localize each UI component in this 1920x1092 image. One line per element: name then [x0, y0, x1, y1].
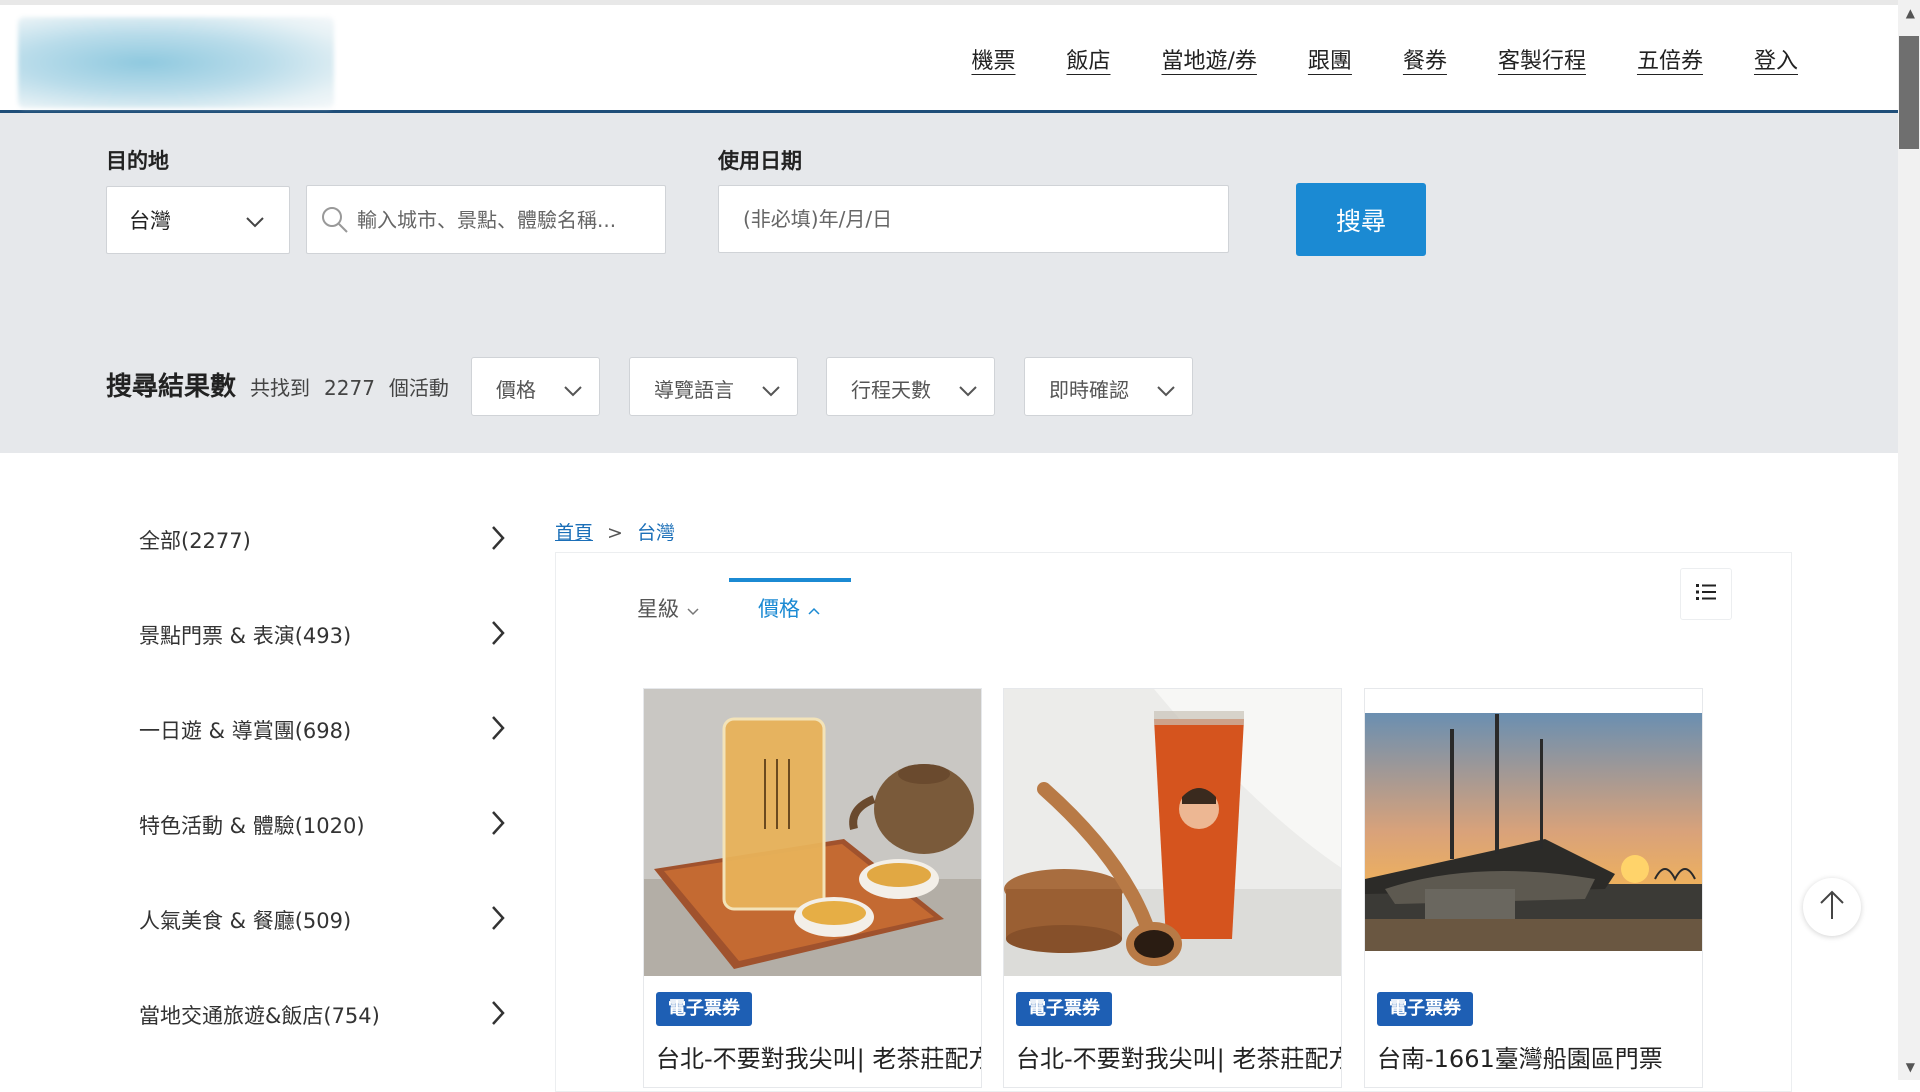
main-nav: 機票 飯店 當地遊/券 跟團 餐券 客製行程 五倍券 登入 — [920, 43, 1798, 75]
filter-price[interactable]: 價格 — [471, 357, 600, 416]
sidebar-item-all[interactable]: 全部(2277) — [106, 492, 526, 587]
product-title: 台北-不要對我尖叫| 老茶莊配方 — [1016, 1045, 1342, 1073]
filter-guide-language-label: 導覽語言 — [654, 378, 734, 402]
nav-custom-itinerary[interactable]: 客製行程 — [1498, 43, 1586, 75]
results-prefix: 共找到 — [250, 376, 311, 400]
chevron-down-icon — [958, 378, 978, 402]
date-label: 使用日期 — [718, 149, 802, 173]
filter-price-label: 價格 — [496, 378, 536, 402]
product-title: 台北-不要對我尖叫| 老茶莊配方 — [656, 1045, 982, 1073]
filter-instant-confirm-label: 即時確認 — [1049, 378, 1129, 402]
e-ticket-badge: 電子票券 — [656, 992, 752, 1026]
results-count: 2277 — [324, 376, 375, 400]
search-icon — [321, 206, 349, 238]
list-icon — [1696, 583, 1716, 605]
keyword-search-field[interactable] — [306, 185, 666, 254]
nav-local-tours[interactable]: 當地遊/券 — [1162, 43, 1257, 75]
breadcrumb-home[interactable]: 首頁 — [555, 522, 593, 544]
chevron-up-icon — [807, 597, 821, 621]
filter-guide-language[interactable]: 導覽語言 — [629, 357, 798, 416]
nav-meal-vouchers[interactable]: 餐券 — [1403, 43, 1447, 75]
product-title: 台南-1661臺灣船園區門票 — [1377, 1045, 1663, 1073]
results-summary: 搜尋結果數 共找到 2277 個活動 — [106, 366, 449, 403]
e-ticket-badge: 電子票券 — [1377, 992, 1473, 1026]
breadcrumb-current[interactable]: 台灣 — [637, 522, 675, 544]
scrollbar-thumb[interactable] — [1899, 36, 1919, 149]
breadcrumb: 首頁 > 台灣 — [555, 518, 675, 545]
date-field[interactable] — [718, 185, 1229, 253]
destination-label: 目的地 — [106, 149, 169, 173]
filter-instant-confirm[interactable]: 即時確認 — [1024, 357, 1193, 416]
product-card[interactable]: 電子票券 台南-1661臺灣船園區門票 — [1364, 688, 1703, 1088]
destination-value: 台灣 — [129, 209, 171, 233]
back-to-top-button[interactable] — [1803, 878, 1861, 936]
sidebar-item-label: 當地交通旅遊&飯店(754) — [139, 1003, 380, 1028]
nav-group-tours[interactable]: 跟團 — [1308, 43, 1352, 75]
scroll-up-icon[interactable]: ▲ — [1906, 6, 1915, 20]
product-image — [644, 689, 981, 976]
site-header: 機票 飯店 當地遊/券 跟團 餐券 客製行程 五倍券 登入 — [0, 5, 1898, 113]
chevron-right-icon — [490, 524, 506, 557]
sort-active-indicator — [729, 578, 851, 582]
sidebar-item-label: 人氣美食 & 餐廳(509) — [139, 908, 352, 933]
sidebar-item-tickets-shows[interactable]: 景點門票 & 表演(493) — [106, 587, 526, 682]
product-image — [1004, 689, 1341, 976]
search-button[interactable]: 搜尋 — [1296, 183, 1426, 256]
sidebar-item-label: 特色活動 & 體驗(1020) — [139, 813, 365, 838]
sidebar-item-activities[interactable]: 特色活動 & 體驗(1020) — [106, 777, 526, 872]
chevron-down-icon — [1156, 378, 1176, 402]
sort-by-price[interactable]: 價格 — [758, 593, 821, 623]
product-card[interactable]: 電子票券 台北-不要對我尖叫| 老茶莊配方 — [643, 688, 982, 1088]
nav-flights[interactable]: 機票 — [971, 43, 1015, 75]
results-title: 搜尋結果數 — [106, 372, 237, 402]
chevron-right-icon — [490, 619, 506, 652]
chevron-down-icon — [761, 378, 781, 402]
filter-trip-days-label: 行程天數 — [851, 378, 931, 402]
chevron-down-icon — [563, 378, 583, 402]
keyword-search-input[interactable] — [307, 186, 665, 253]
chevron-down-icon — [686, 597, 700, 621]
breadcrumb-separator: > — [607, 522, 623, 544]
nav-quintuple-voucher[interactable]: 五倍券 — [1637, 43, 1703, 75]
sort-by-star[interactable]: 星級 — [637, 593, 700, 623]
product-image — [1365, 689, 1702, 976]
product-card[interactable]: 電子票券 台北-不要對我尖叫| 老茶莊配方 — [1003, 688, 1342, 1088]
nav-hotels[interactable]: 飯店 — [1066, 43, 1110, 75]
chevron-right-icon — [490, 999, 506, 1032]
date-input[interactable] — [741, 186, 1228, 252]
destination-select[interactable]: 台灣 — [106, 186, 290, 254]
site-logo[interactable] — [18, 17, 334, 108]
sort-star-label: 星級 — [637, 597, 679, 621]
page-scrollbar[interactable]: ▲ ▼ — [1898, 0, 1920, 1080]
sort-price-label: 價格 — [758, 597, 800, 621]
list-view-toggle[interactable] — [1680, 568, 1732, 620]
sidebar-item-label: 一日遊 & 導賞團(698) — [139, 718, 352, 743]
results-suffix: 個活動 — [388, 376, 449, 400]
sidebar-item-day-tours[interactable]: 一日遊 & 導賞團(698) — [106, 682, 526, 777]
nav-login[interactable]: 登入 — [1754, 43, 1798, 75]
scroll-down-icon[interactable]: ▼ — [1906, 1060, 1915, 1074]
sidebar-item-label: 全部(2277) — [139, 528, 251, 553]
chevron-right-icon — [490, 809, 506, 842]
chevron-down-icon — [245, 209, 265, 233]
arrow-up-icon — [1818, 889, 1846, 925]
sidebar-item-label: 景點門票 & 表演(493) — [139, 623, 352, 648]
chevron-right-icon — [490, 904, 506, 937]
sidebar-item-transport-hotels[interactable]: 當地交通旅遊&飯店(754) — [106, 967, 526, 1062]
category-sidebar: 全部(2277) 景點門票 & 表演(493) 一日遊 & 導賞團(698) 特… — [106, 492, 526, 1062]
chevron-right-icon — [490, 714, 506, 747]
e-ticket-badge: 電子票券 — [1016, 992, 1112, 1026]
filter-trip-days[interactable]: 行程天數 — [826, 357, 995, 416]
sidebar-item-food[interactable]: 人氣美食 & 餐廳(509) — [106, 872, 526, 967]
